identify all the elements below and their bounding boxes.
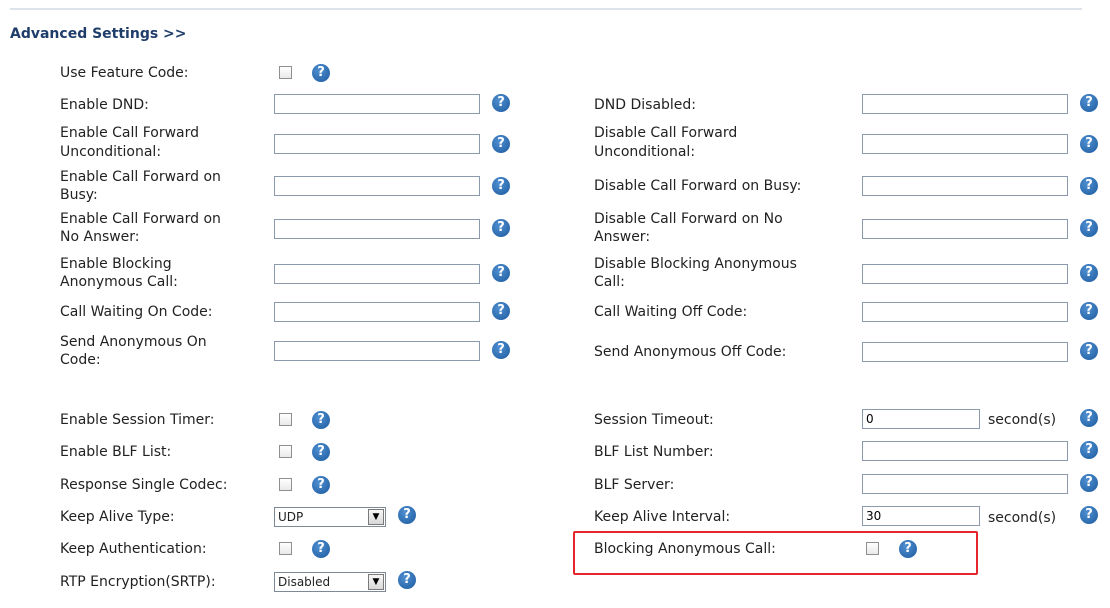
disable-block-label-line1: Disable Blocking Anonymous — [594, 256, 797, 272]
enable-cfb-input[interactable] — [274, 176, 480, 196]
disable-cfb-label: Disable Call Forward on Busy: — [594, 178, 802, 194]
enable-cfu-input[interactable] — [274, 134, 480, 154]
send-anon-on-label-line1: Send Anonymous On — [60, 334, 207, 350]
response-single-codec-checkbox[interactable] — [279, 478, 292, 491]
help-icon[interactable]: ? — [398, 506, 416, 524]
dnd-disabled-label: DND Disabled: — [594, 97, 697, 113]
help-icon[interactable]: ? — [312, 443, 330, 461]
help-icon[interactable]: ? — [1080, 441, 1098, 459]
send-anon-off-label: Send Anonymous Off Code: — [594, 344, 787, 360]
disable-cfna-input[interactable] — [862, 219, 1068, 239]
chevron-down-icon[interactable]: ▼ — [368, 509, 384, 525]
keep-alive-interval-unit: second(s) — [988, 510, 1057, 526]
rtp-encryption-value: Disabled — [278, 575, 331, 589]
help-icon[interactable]: ? — [492, 219, 510, 237]
keep-alive-interval-input[interactable] — [862, 506, 980, 526]
help-icon[interactable]: ? — [1080, 219, 1098, 237]
help-icon[interactable]: ? — [312, 540, 330, 558]
enable-cfna-label-line2: No Answer: — [60, 229, 140, 245]
use-feature-code-label: Use Feature Code: — [60, 65, 189, 81]
disable-cfu-label-line1: Disable Call Forward — [594, 125, 738, 141]
help-icon[interactable]: ? — [1080, 177, 1098, 195]
disable-cfna-label-line1: Disable Call Forward on No — [594, 211, 783, 227]
enable-blf-list-checkbox[interactable] — [279, 445, 292, 458]
help-icon[interactable]: ? — [492, 94, 510, 112]
help-icon[interactable]: ? — [1080, 474, 1098, 492]
enable-dnd-label: Enable DND: — [60, 97, 149, 113]
help-icon[interactable]: ? — [1080, 302, 1098, 320]
enable-cfb-label-line2: Busy: — [60, 187, 98, 203]
keep-alive-interval-label: Keep Alive Interval: — [594, 509, 731, 525]
disable-cfu-input[interactable] — [862, 134, 1068, 154]
send-anon-off-input[interactable] — [862, 342, 1068, 362]
disable-block-label-line2: Call: — [594, 274, 625, 290]
cw-off-input[interactable] — [862, 302, 1068, 322]
help-icon[interactable]: ? — [312, 411, 330, 429]
cw-off-label: Call Waiting Off Code: — [594, 304, 748, 320]
keep-alive-type-select[interactable]: UDP ▼ — [274, 507, 386, 527]
help-icon[interactable]: ? — [492, 302, 510, 320]
help-icon[interactable]: ? — [1080, 94, 1098, 112]
keep-alive-type-value: UDP — [278, 510, 304, 524]
response-single-codec-label: Response Single Codec: — [60, 477, 228, 493]
blf-server-label: BLF Server: — [594, 477, 675, 493]
disable-cfu-label-line2: Unconditional: — [594, 144, 696, 160]
enable-session-timer-label: Enable Session Timer: — [60, 412, 215, 428]
help-icon[interactable]: ? — [492, 177, 510, 195]
enable-block-input[interactable] — [274, 264, 480, 284]
keep-authentication-checkbox[interactable] — [279, 542, 292, 555]
help-icon[interactable]: ? — [492, 264, 510, 282]
cw-on-input[interactable] — [274, 302, 480, 322]
cw-on-label: Call Waiting On Code: — [60, 304, 213, 320]
help-icon[interactable]: ? — [1080, 264, 1098, 282]
blf-server-input[interactable] — [862, 474, 1068, 494]
dnd-disabled-input[interactable] — [862, 94, 1068, 114]
session-timeout-input[interactable] — [862, 409, 980, 429]
help-icon[interactable]: ? — [1080, 342, 1098, 360]
enable-session-timer-checkbox[interactable] — [279, 413, 292, 426]
session-timeout-unit: second(s) — [988, 412, 1057, 428]
disable-cfna-label-line2: Answer: — [594, 229, 651, 245]
help-icon[interactable]: ? — [312, 476, 330, 494]
help-icon[interactable]: ? — [312, 64, 330, 82]
use-feature-code-checkbox[interactable] — [279, 66, 292, 79]
highlight-box — [573, 531, 978, 575]
enable-blf-list-label: Enable BLF List: — [60, 444, 172, 460]
enable-cfna-label-line1: Enable Call Forward on — [60, 211, 221, 227]
enable-cfb-label-line1: Enable Call Forward on — [60, 169, 221, 185]
top-divider — [10, 8, 1082, 10]
blf-list-number-input[interactable] — [862, 441, 1068, 461]
chevron-down-icon[interactable]: ▼ — [368, 574, 384, 590]
disable-cfb-input[interactable] — [862, 176, 1068, 196]
send-anon-on-input[interactable] — [274, 341, 480, 361]
blf-list-number-label: BLF List Number: — [594, 444, 714, 460]
enable-block-label-line2: Anonymous Call: — [60, 274, 178, 290]
disable-block-input[interactable] — [862, 264, 1068, 284]
enable-cfu-label-line2: Unconditional: — [60, 144, 162, 160]
help-icon[interactable]: ? — [492, 341, 510, 359]
enable-cfna-input[interactable] — [274, 219, 480, 239]
section-title: Advanced Settings >> — [10, 26, 187, 42]
send-anon-on-label-line2: Code: — [60, 352, 101, 368]
help-icon[interactable]: ? — [1080, 409, 1098, 427]
rtp-encryption-select[interactable]: Disabled ▼ — [274, 572, 386, 592]
session-timeout-label: Session Timeout: — [594, 412, 714, 428]
enable-dnd-input[interactable] — [274, 94, 480, 114]
help-icon[interactable]: ? — [1080, 506, 1098, 524]
keep-alive-type-label: Keep Alive Type: — [60, 509, 175, 525]
help-icon[interactable]: ? — [492, 135, 510, 153]
help-icon[interactable]: ? — [398, 571, 416, 589]
help-icon[interactable]: ? — [1080, 135, 1098, 153]
enable-block-label-line1: Enable Blocking — [60, 256, 172, 272]
keep-authentication-label: Keep Authentication: — [60, 541, 207, 557]
rtp-encryption-label: RTP Encryption(SRTP): — [60, 574, 216, 590]
enable-cfu-label-line1: Enable Call Forward — [60, 125, 200, 141]
